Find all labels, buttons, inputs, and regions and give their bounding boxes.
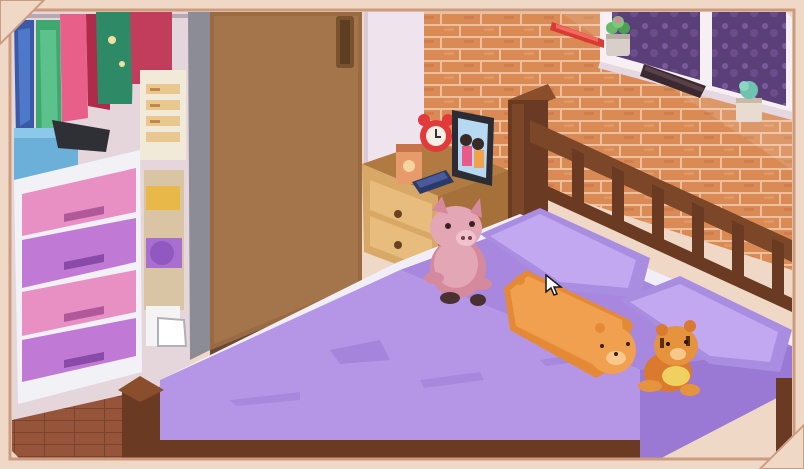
drawer-unit-hotspot[interactable]	[14, 150, 142, 404]
closet-shelf	[140, 70, 186, 160]
bedroom-scene	[0, 0, 804, 469]
tiger-plush-hotspot[interactable]	[636, 320, 706, 400]
nightstand-hotspot[interactable]	[362, 160, 508, 280]
bear-bolster-hotspot[interactable]	[500, 266, 640, 380]
wardrobe-door-hotspot[interactable]	[210, 14, 362, 344]
